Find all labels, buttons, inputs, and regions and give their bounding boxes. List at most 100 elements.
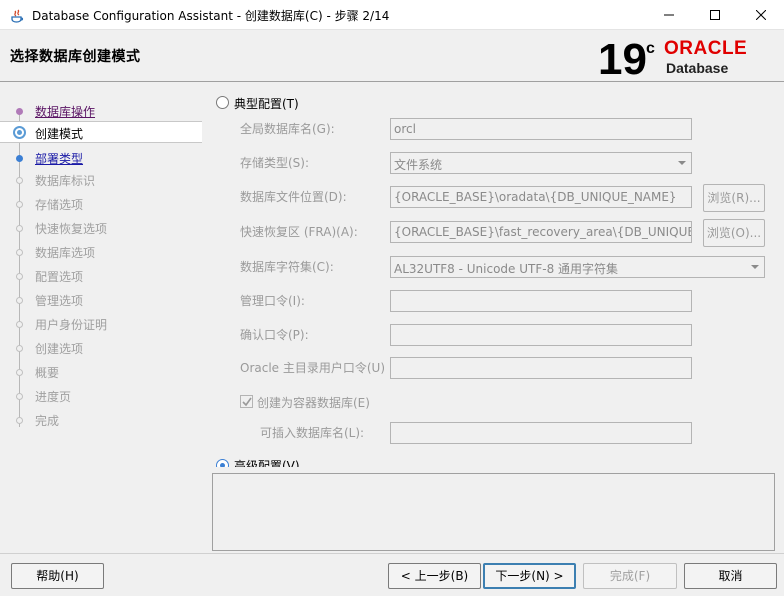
nav-step-label: 数据库标识 xyxy=(35,174,96,188)
nav-step-item[interactable]: 数据库操作 xyxy=(0,100,202,122)
nav-step-label: 配置选项 xyxy=(35,270,84,284)
step-bullet-icon xyxy=(16,155,23,162)
nav-step-item: 用户身份证明 xyxy=(0,313,202,335)
fra-field[interactable]: {ORACLE_BASE}\fast_recovery_area\{DB_UNI… xyxy=(390,221,692,243)
step-bullet-icon xyxy=(16,249,23,256)
storage-type-value: 文件系统 xyxy=(394,158,443,172)
pdb-name-label: 可插入数据库名(L): xyxy=(260,426,365,440)
confirm-password-field[interactable] xyxy=(390,324,692,346)
admin-password-field[interactable] xyxy=(390,290,692,312)
charset-value: AL32UTF8 - Unicode UTF-8 通用字符集 xyxy=(394,262,619,276)
nav-step-item: 进度页 xyxy=(0,385,202,407)
nav-step-label: 快速恢复选项 xyxy=(35,222,108,236)
nav-step-item: 配置选项 xyxy=(0,265,202,287)
nav-step-item: 存储选项 xyxy=(0,193,202,215)
nav-step-label: 创建选项 xyxy=(35,342,84,356)
logo-product: Database xyxy=(666,60,728,76)
nav-step-label: 进度页 xyxy=(35,390,72,404)
storage-type-select[interactable]: 文件系统 xyxy=(390,152,692,174)
maximize-icon xyxy=(710,10,720,20)
close-button[interactable] xyxy=(738,0,784,30)
fra-label: 快速恢复区 (FRA)(A): xyxy=(240,225,358,239)
chevron-down-icon xyxy=(751,265,759,269)
minimize-button[interactable] xyxy=(646,0,692,30)
checkmark-icon xyxy=(242,397,252,407)
step-bullet-icon xyxy=(16,345,23,352)
logo-brand: ORACLE xyxy=(664,38,747,59)
dbca-window: Database Configuration Assistant - 创建数据库… xyxy=(0,0,784,596)
step-bullet-icon xyxy=(16,177,23,184)
typical-config-label[interactable]: 典型配置(T) xyxy=(234,95,299,112)
step-bullet-icon xyxy=(16,201,23,208)
advanced-config-radio[interactable] xyxy=(216,459,229,467)
nav-step-label: 管理选项 xyxy=(35,294,84,308)
maximize-button[interactable] xyxy=(692,0,738,30)
container-db-label[interactable]: 创建为容器数据库(E) xyxy=(257,394,370,411)
storage-type-label: 存储类型(S): xyxy=(240,156,310,170)
nav-step-item: 快速恢复选项 xyxy=(0,217,202,239)
nav-step-label: 存储选项 xyxy=(35,198,84,212)
help-button[interactable]: 帮助(H) xyxy=(11,563,104,589)
nav-step-item: 完成 xyxy=(0,409,202,431)
java-app-icon xyxy=(11,9,24,23)
pdb-name-field[interactable] xyxy=(390,422,692,444)
step-bullet-icon xyxy=(16,108,23,115)
step-bullet-icon xyxy=(16,225,23,232)
nav-step-label: 数据库选项 xyxy=(35,246,96,260)
nav-step-label: 数据库操作 xyxy=(35,105,96,119)
cancel-button[interactable]: 取消 xyxy=(684,563,777,589)
wizard-footer: 帮助(H) < 上一步(B) 下一步(N) > 完成(F) 取消 xyxy=(0,553,784,596)
window-title: Database Configuration Assistant - 创建数据库… xyxy=(32,9,390,23)
minimize-icon xyxy=(664,14,674,16)
radio-selected-dot xyxy=(220,463,225,467)
step-bullet-icon xyxy=(16,393,23,400)
logo-superscript: c xyxy=(646,40,655,57)
next-button[interactable]: 下一步(N) > xyxy=(483,563,576,589)
step-bullet-icon xyxy=(16,321,23,328)
advanced-config-label[interactable]: 高级配置(V) xyxy=(234,457,300,467)
nav-step-item: 创建选项 xyxy=(0,337,202,359)
step-bullet-icon xyxy=(16,273,23,280)
container-db-checkbox[interactable] xyxy=(240,395,253,408)
finish-button[interactable]: 完成(F) xyxy=(583,563,677,589)
admin-password-label: 管理口令(I): xyxy=(240,294,305,308)
title-bar: Database Configuration Assistant - 创建数据库… xyxy=(0,0,784,30)
browse-fra-button[interactable]: 浏览(O)... xyxy=(703,219,765,247)
nav-step-label: 完成 xyxy=(35,414,60,428)
close-icon xyxy=(756,10,766,20)
nav-step-label: 创建模式 xyxy=(35,127,84,141)
nav-step-item: 管理选项 xyxy=(0,289,202,311)
db-file-location-value: {ORACLE_BASE}\oradata\{DB_UNIQUE_NAME} xyxy=(394,190,677,204)
browse-db-location-button[interactable]: 浏览(R)... xyxy=(703,184,765,212)
main-panel: 典型配置(T) 全局数据库名(G): orcl 存储类型(S): 文件系统 数据… xyxy=(203,83,784,553)
oracle-home-password-label: Oracle 主目录用户口令(U) xyxy=(240,361,386,375)
charset-select[interactable]: AL32UTF8 - Unicode UTF-8 通用字符集 xyxy=(390,256,765,278)
charset-label: 数据库字符集(C): xyxy=(240,260,334,274)
oracle-19c-logo: 19 c ORACLE Database xyxy=(598,35,747,80)
page-title: 选择数据库创建模式 xyxy=(10,49,141,65)
global-db-name-value: orcl xyxy=(394,122,416,136)
typical-config-radio[interactable] xyxy=(216,96,229,109)
step-bullet-icon xyxy=(13,126,26,139)
nav-step-item[interactable]: 创建模式 xyxy=(0,121,202,143)
confirm-password-label: 确认口令(P): xyxy=(240,328,309,342)
nav-step-item: 数据库标识 xyxy=(0,169,202,191)
global-db-name-label: 全局数据库名(G): xyxy=(240,122,335,136)
db-file-location-field[interactable]: {ORACLE_BASE}\oradata\{DB_UNIQUE_NAME} xyxy=(390,186,692,208)
nav-step-label: 用户身份证明 xyxy=(35,318,108,332)
global-db-name-field[interactable]: orcl xyxy=(390,118,692,140)
advanced-config-option[interactable]: 高级配置(V) xyxy=(213,457,303,467)
oracle-home-password-field[interactable] xyxy=(390,357,692,379)
back-button[interactable]: < 上一步(B) xyxy=(388,563,481,589)
nav-step-label: 部署类型 xyxy=(35,152,84,166)
step-bullet-icon xyxy=(16,417,23,424)
nav-step-item: 数据库选项 xyxy=(0,241,202,263)
step-bullet-icon xyxy=(16,369,23,376)
nav-step-item[interactable]: 部署类型 xyxy=(0,147,202,169)
wizard-header: 选择数据库创建模式 19 c ORACLE Database xyxy=(0,30,784,82)
fra-value: {ORACLE_BASE}\fast_recovery_area\{DB_UNI… xyxy=(394,225,691,239)
wizard-steps-nav: 数据库操作创建模式部署类型数据库标识存储选项快速恢复选项 数据库选项配置选项管理选… xyxy=(0,83,202,553)
step-bullet-icon xyxy=(16,297,23,304)
db-file-location-label: 数据库文件位置(D): xyxy=(240,190,347,204)
nav-step-label: 概要 xyxy=(35,366,60,380)
